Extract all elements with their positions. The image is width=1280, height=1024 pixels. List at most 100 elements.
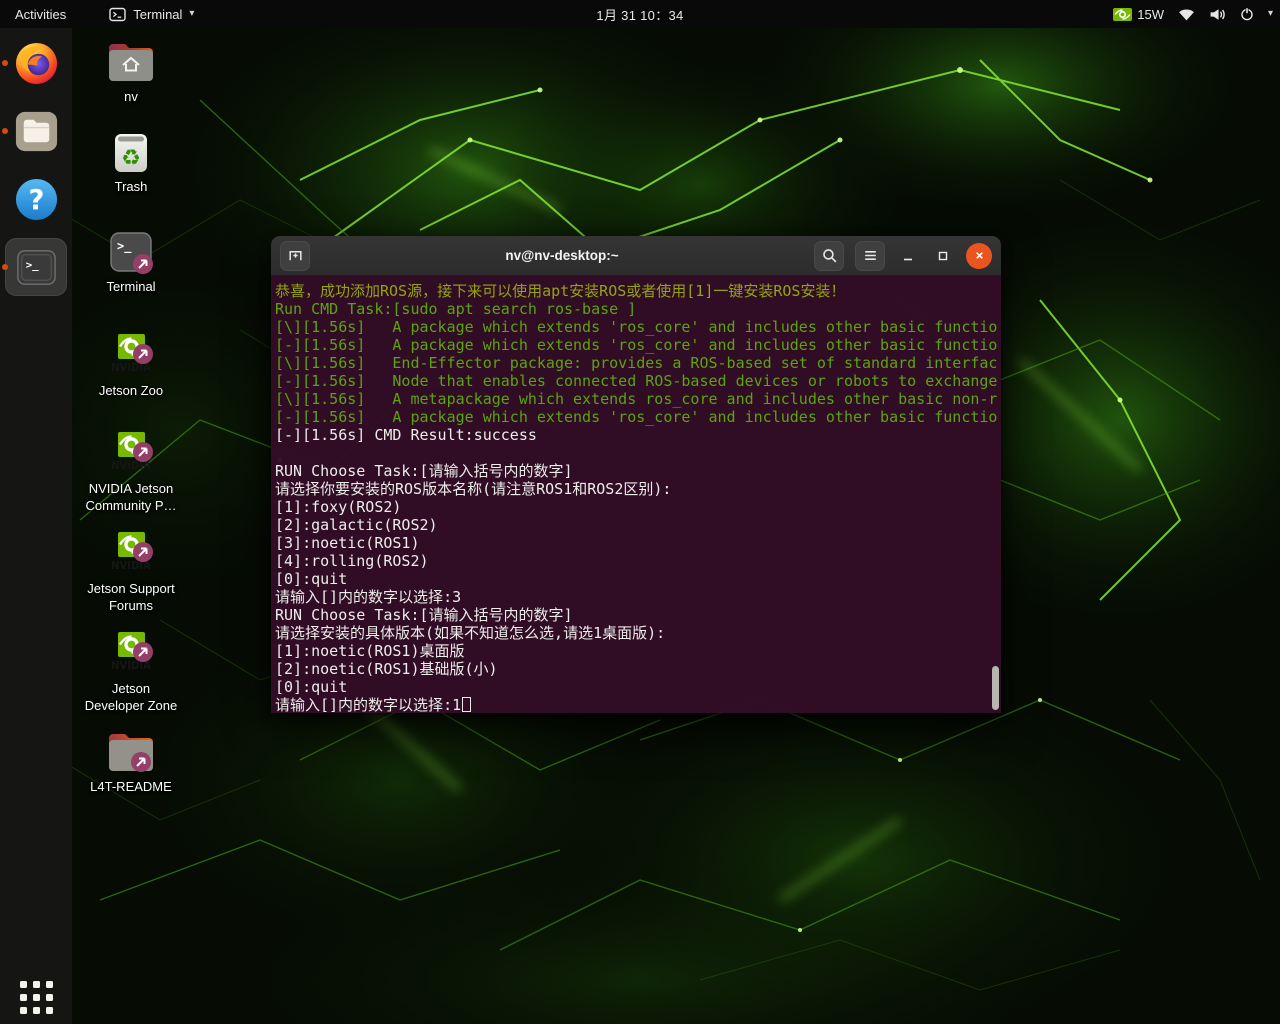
chevron-down-icon: ▾ xyxy=(189,9,194,19)
gpu-power-mode: 15W xyxy=(1113,7,1164,22)
show-applications-icon xyxy=(20,981,53,1014)
menu-button[interactable] xyxy=(855,241,885,271)
svg-text:>_: >_ xyxy=(117,239,132,254)
terminal-line: [\][1.56s] A package which extends 'ros_… xyxy=(275,318,997,336)
file-manager-icon xyxy=(13,108,60,155)
search-button[interactable] xyxy=(814,241,844,271)
hamburger-menu-icon xyxy=(862,247,879,264)
nvidia-link-icon: NVIDIA xyxy=(105,430,157,480)
app-menu[interactable]: Terminal ▾ xyxy=(103,0,200,28)
terminal-line: 恭喜，成功添加ROS源，接下来可以使用apt安装ROS或者使用[1]一键安装RO… xyxy=(275,282,997,300)
nvidia-gpu-icon xyxy=(1113,8,1132,21)
help-icon: ? xyxy=(13,176,60,223)
terminal-line: 请输入[]内的数字以选择:3 xyxy=(275,588,997,606)
terminal-output[interactable]: 恭喜，成功添加ROS源，接下来可以使用apt安装ROS或者使用[1]一键安装RO… xyxy=(271,276,1001,713)
minimize-button[interactable] xyxy=(896,243,920,269)
terminal-line: 请选择你要安装的ROS版本名称(请注意ROS1和ROS2区别): xyxy=(275,480,997,498)
trash-icon: ♻ xyxy=(105,128,157,178)
desktop-icon-label: nv xyxy=(124,89,138,106)
desktop-icon-l4t-readme[interactable]: L4T-README xyxy=(77,728,185,796)
nvidia-link-icon: NVIDIA xyxy=(105,530,157,580)
terminal-line: [-][1.56s] A package which extends 'ros_… xyxy=(275,408,997,426)
dock-items: ? >_ xyxy=(0,28,72,296)
link-emblem xyxy=(133,344,153,364)
terminal-window: nv@nv-desktop:~ 恭喜，成功添加ROS源，接下来可以使用apt安装… xyxy=(271,236,1001,713)
search-icon xyxy=(821,247,838,264)
terminal-line: 请输入[]内的数字以选择:1 xyxy=(275,696,997,713)
desktop-icon-label: Jetson Zoo xyxy=(99,383,163,400)
svg-text:>_: >_ xyxy=(25,258,38,271)
desktop-icon-jetson-support-forums[interactable]: NVIDIAJetson SupportForums xyxy=(77,530,185,614)
desktop-icon-jetson-zoo[interactable]: NVIDIAJetson Zoo xyxy=(77,332,185,400)
terminal-line: [0]:quit xyxy=(275,570,997,588)
terminal-line: RUN Choose Task:[请输入括号内的数字] xyxy=(275,606,997,624)
dock-item-files[interactable] xyxy=(5,102,67,160)
dock: ? >_ xyxy=(0,28,72,1024)
terminal-line: 请选择安装的具体版本(如果不知道怎么选,请选1桌面版): xyxy=(275,624,997,642)
clock[interactable]: 1月 31 10：34 xyxy=(596,0,683,28)
desktop-icon-label: Jetson SupportForums xyxy=(87,581,174,614)
window-title: nv@nv-desktop:~ xyxy=(321,248,803,263)
desktop-icon-label: JetsonDeveloper Zone xyxy=(85,681,178,714)
nvidia-link-icon: NVIDIA xyxy=(105,630,157,680)
link-emblem xyxy=(133,642,153,662)
volume-icon xyxy=(1209,8,1226,21)
power-mode-label: 15W xyxy=(1137,7,1164,22)
terminal-line: [\][1.56s] End-Effector package: provide… xyxy=(275,354,997,372)
dock-item-help[interactable]: ? xyxy=(5,170,67,228)
maximize-icon xyxy=(935,248,951,264)
link-emblem xyxy=(133,254,153,274)
desktop-icon-trash[interactable]: ♻ Trash xyxy=(77,128,185,196)
desktop-icon-label: Trash xyxy=(115,179,148,196)
terminal-line xyxy=(275,444,997,462)
terminal-line: [4]:rolling(ROS2) xyxy=(275,552,997,570)
terminal-line: [-][1.56s] Node that enables connected R… xyxy=(275,372,997,390)
dock-item-firefox[interactable] xyxy=(5,34,67,92)
firefox-icon xyxy=(13,40,60,87)
terminal-line: [1]:noetic(ROS1)桌面版 xyxy=(275,642,997,660)
link-emblem xyxy=(133,442,153,462)
folder-link-icon xyxy=(105,728,157,778)
new-tab-button[interactable] xyxy=(280,241,310,271)
desktop-icon-jetson-developer-zone[interactable]: NVIDIAJetsonDeveloper Zone xyxy=(77,630,185,714)
terminal-line: [2]:galactic(ROS2) xyxy=(275,516,997,534)
show-applications-button[interactable] xyxy=(0,981,72,1014)
minimize-icon xyxy=(900,248,916,264)
app-menu-label: Terminal xyxy=(133,7,182,22)
desktop-icon-label: L4T-README xyxy=(90,779,172,796)
maximize-button[interactable] xyxy=(931,243,955,269)
terminal-line: Run CMD Task:[sudo apt search ros-base ] xyxy=(275,300,997,318)
svg-text:?: ? xyxy=(28,184,44,215)
terminal-line: [-][1.56s] CMD Result:success xyxy=(275,426,997,444)
terminal-icon: >_ xyxy=(13,244,60,291)
running-indicator xyxy=(2,264,8,270)
running-indicator xyxy=(2,128,8,134)
terminal-titlebar[interactable]: nv@nv-desktop:~ xyxy=(271,236,1001,276)
running-indicator xyxy=(2,60,8,66)
terminal-line: [\][1.56s] A metapackage which extends r… xyxy=(275,390,997,408)
terminal-link-icon: >_ xyxy=(105,228,157,278)
terminal-icon xyxy=(109,7,126,22)
link-emblem xyxy=(133,542,153,562)
desktop-icon-nv[interactable]: nv xyxy=(77,38,185,106)
new-tab-icon xyxy=(287,247,304,264)
desktop-icon-label: NVIDIA JetsonCommunity P… xyxy=(85,481,176,514)
nvidia-link-icon: NVIDIA xyxy=(105,332,157,382)
power-icon xyxy=(1240,7,1254,21)
top-bar: Activities Terminal ▾ 1月 31 10：34 15W ▾ xyxy=(0,0,1280,28)
desktop-icon-nvidia-jetson-community-p[interactable]: NVIDIANVIDIA JetsonCommunity P… xyxy=(77,430,185,514)
text-cursor xyxy=(462,697,471,712)
close-button[interactable] xyxy=(966,243,992,269)
scrollbar-thumb[interactable] xyxy=(992,666,999,710)
terminal-line: [3]:noetic(ROS1) xyxy=(275,534,997,552)
system-status-area[interactable]: 15W ▾ xyxy=(1113,0,1273,28)
svg-text:♻: ♻ xyxy=(121,146,141,171)
terminal-line: [-][1.56s] A package which extends 'ros_… xyxy=(275,336,997,354)
close-icon xyxy=(972,248,987,263)
dock-item-terminal[interactable]: >_ xyxy=(5,238,67,296)
activities-button[interactable]: Activities xyxy=(0,0,81,28)
desktop-icon-terminal[interactable]: >_Terminal xyxy=(77,228,185,296)
terminal-line: [0]:quit xyxy=(275,678,997,696)
home-folder-icon xyxy=(105,38,157,88)
terminal-line: RUN Choose Task:[请输入括号内的数字] xyxy=(275,462,997,480)
